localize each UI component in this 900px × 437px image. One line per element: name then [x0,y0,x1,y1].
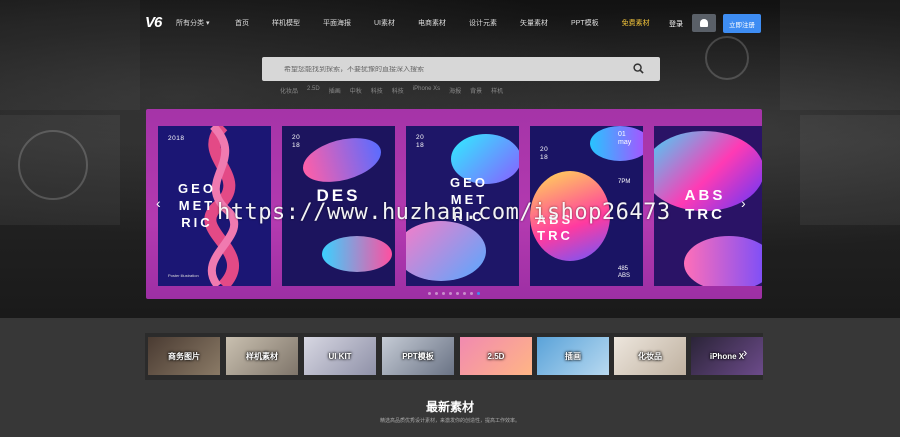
nav-item-ecommerce[interactable]: 电商素材 [418,18,446,28]
section-subtitle: 精选高品质优秀设计素材，来激发你的创造性，提高工作效率。 [379,418,520,424]
category-dropdown-label: 所有分类 [176,20,204,27]
carousel-pagination [146,292,762,295]
category-label: 化妆品 [638,351,662,361]
hotword[interactable]: 背景 [470,86,482,95]
section-title: 最新素材 [425,400,474,414]
carousel-dot[interactable] [442,292,445,295]
hotword[interactable]: 海报 [449,86,461,95]
category-business-photos[interactable]: 商务图片 [148,337,220,375]
poster-footer: 485 ABS [618,266,631,279]
category-iphone-x[interactable]: iPhone X [691,337,763,375]
carousel-dot[interactable] [456,292,459,295]
category-cosmetics[interactable]: 化妆品 [614,337,686,375]
carousel-dot[interactable] [435,292,438,295]
hotword[interactable]: 插画 [329,86,341,95]
search-bar [262,57,660,81]
poster-year: 20 18 [540,146,549,161]
category-dropdown[interactable]: 所有分类 ▾ [176,18,209,28]
notification-button[interactable] [692,14,716,32]
nav-item-ppt[interactable]: PPT模板 [571,18,599,28]
gradient-blob [406,221,486,281]
hotword[interactable]: 化妆品 [280,86,298,95]
nav-item-ui[interactable]: UI素材 [374,18,395,28]
hotword[interactable]: iPhone Xs [413,86,440,95]
poster-year: 20 18 [292,134,301,149]
bell-icon [700,19,708,27]
site-logo[interactable]: V6 [145,14,162,31]
category-2-5d[interactable]: 2.5D [460,337,532,375]
category-label: 样机素材 [246,351,278,361]
hotword[interactable]: 样机 [491,86,503,95]
poster-time: 7PM [618,179,631,185]
category-label: iPhone X [709,351,745,361]
hotword[interactable]: 科技 [371,86,383,95]
gradient-blob [322,236,392,272]
nav-item-free[interactable]: 免费素材 [622,18,650,28]
hotword[interactable]: 2.5D [307,86,320,95]
category-label: 商务图片 [168,351,200,361]
category-ppt[interactable]: PPT模板 [382,337,454,375]
nav-item-home[interactable]: 首页 [235,18,249,28]
nav-item-posters[interactable]: 平面海报 [323,18,351,28]
nav-item-design-elements[interactable]: 设计元素 [469,18,497,28]
hot-keywords: 化妆品 2.5D 插画 中秋 科技 科技 iPhone Xs 海报 背景 样机 [280,86,512,95]
category-mockups[interactable]: 样机素材 [226,337,298,375]
search-icon[interactable] [633,63,644,74]
gradient-blob [684,236,762,286]
carousel-next-arrow[interactable]: › [741,195,746,211]
top-navigation-bar: V6 所有分类 ▾ 首页 样机模型 平面海报 UI素材 电商素材 设计元素 矢量… [0,0,900,46]
carousel-dot[interactable] [449,292,452,295]
background-ring [18,130,88,200]
nav-item-vectors[interactable]: 矢量素材 [520,18,548,28]
category-label: UI KIT [328,351,352,361]
carousel-dot[interactable] [477,292,480,295]
hotword[interactable]: 科技 [392,86,404,95]
register-button[interactable]: 立即注册 [723,14,761,33]
gradient-blob [298,130,386,190]
poster-year: 20 18 [416,134,425,149]
poster-year: 2018 [168,135,185,142]
carousel-dot[interactable] [428,292,431,295]
category-illustration[interactable]: 插画 [537,337,609,375]
background-tile [800,115,900,225]
category-ui-kit[interactable]: UI KIT [304,337,376,375]
poster-title: ABS TRC [684,187,726,223]
watermark-text: https://www.huzhan.com/ishop26473 [217,200,671,225]
search-input[interactable] [284,65,624,73]
login-link[interactable]: 登录 [669,19,683,29]
chevron-down-icon: ▾ [205,20,210,27]
poster-date: 01 may [618,131,632,146]
category-label: PPT模板 [402,351,434,361]
carousel-prev-arrow[interactable]: ‹ [156,195,161,211]
hotword[interactable]: 中秋 [350,86,362,95]
category-label: 2.5D [487,351,505,361]
carousel-dot[interactable] [470,292,473,295]
nav-item-mockups[interactable]: 样机模型 [272,18,300,28]
main-nav: 首页 样机模型 平面海报 UI素材 电商素材 设计元素 矢量素材 PPT模板 免… [235,18,673,28]
category-next-arrow[interactable]: › [743,345,747,360]
poster-footer: Poster illustration [168,273,199,278]
category-label: 插画 [565,351,581,361]
carousel-dot[interactable] [463,292,466,295]
